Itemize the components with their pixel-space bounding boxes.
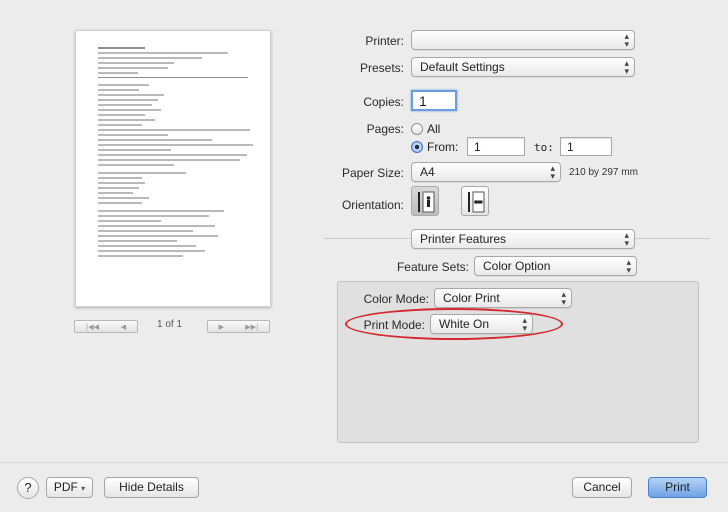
cancel-button[interactable]: Cancel [572,477,632,498]
first-page-icon[interactable]: |◀◀ [86,323,99,331]
landscape-orientation-button[interactable] [461,186,489,216]
color-mode-popup[interactable]: Color Print ▴ ▾ [434,288,572,308]
pages-to-label: to: [534,141,554,154]
hide-details-button[interactable]: Hide Details [104,477,199,498]
section-value: Printer Features [420,232,507,246]
presets-popup[interactable]: Default Settings ▴ ▾ [411,57,635,77]
up-down-arrows-icon: ▴ ▾ [561,289,566,307]
presets-label: Presets: [359,61,404,75]
paper-size-popup[interactable]: A4 ▴ ▾ [411,162,561,182]
pdf-label: PDF [53,480,78,494]
feature-sets-popup[interactable]: Color Option ▴ ▾ [474,256,637,276]
pages-all-label: All [427,122,441,136]
paper-size-dimensions: 210 by 297 mm [569,167,638,178]
paper-size-value: A4 [420,165,435,179]
copies-label: Copies: [363,95,404,109]
preview-nav-forward-group[interactable]: ▶ ▶▶| [207,320,270,333]
highlight-ellipse [345,308,563,340]
chevron-down-icon: ▾ [81,484,86,493]
pages-from-radio[interactable] [411,141,423,153]
pages-label: Pages: [366,122,404,136]
printer-label: Printer: [365,34,404,48]
paper-size-label: Paper Size: [341,166,404,180]
feature-sets-label: Feature Sets: [396,260,469,274]
up-down-arrows-icon: ▴ ▾ [624,58,629,76]
print-preview-page [75,30,271,307]
pages-all-radio[interactable] [411,123,423,135]
presets-value: Default Settings [420,60,505,74]
copies-field[interactable]: 1 [411,90,457,111]
color-mode-label: Color Mode: [363,292,429,306]
print-button[interactable]: Print [648,477,707,498]
landscape-orientation-icon [468,191,485,213]
pages-to-field[interactable]: 1 [560,137,612,156]
next-page-icon[interactable]: ▶ [219,323,224,331]
help-button[interactable]: ? [17,477,39,499]
up-down-arrows-icon: ▴ ▾ [624,31,629,49]
preview-nav-back-group[interactable]: |◀◀ ◀ [74,320,138,333]
up-down-arrows-icon: ▴ ▾ [624,230,629,248]
pages-from-field[interactable]: 1 [467,137,525,156]
color-mode-value: Color Print [443,291,500,305]
last-page-icon[interactable]: ▶▶| [245,323,258,331]
up-down-arrows-icon: ▴ ▾ [626,257,631,275]
footer-separator [0,462,728,463]
up-down-arrows-icon: ▴ ▾ [550,163,555,181]
portrait-orientation-icon [418,191,435,213]
orientation-label: Orientation: [341,198,404,212]
pdf-menu-button[interactable]: PDF ▾ [46,477,93,498]
printer-popup[interactable]: ▴ ▾ [411,30,635,50]
pages-from-label: From: [427,140,459,154]
section-popup[interactable]: Printer Features ▴ ▾ [411,229,635,249]
feature-sets-value: Color Option [483,259,551,273]
previous-page-icon[interactable]: ◀ [121,323,126,331]
portrait-orientation-button[interactable] [411,186,439,216]
page-indicator: 1 of 1 [157,319,183,330]
